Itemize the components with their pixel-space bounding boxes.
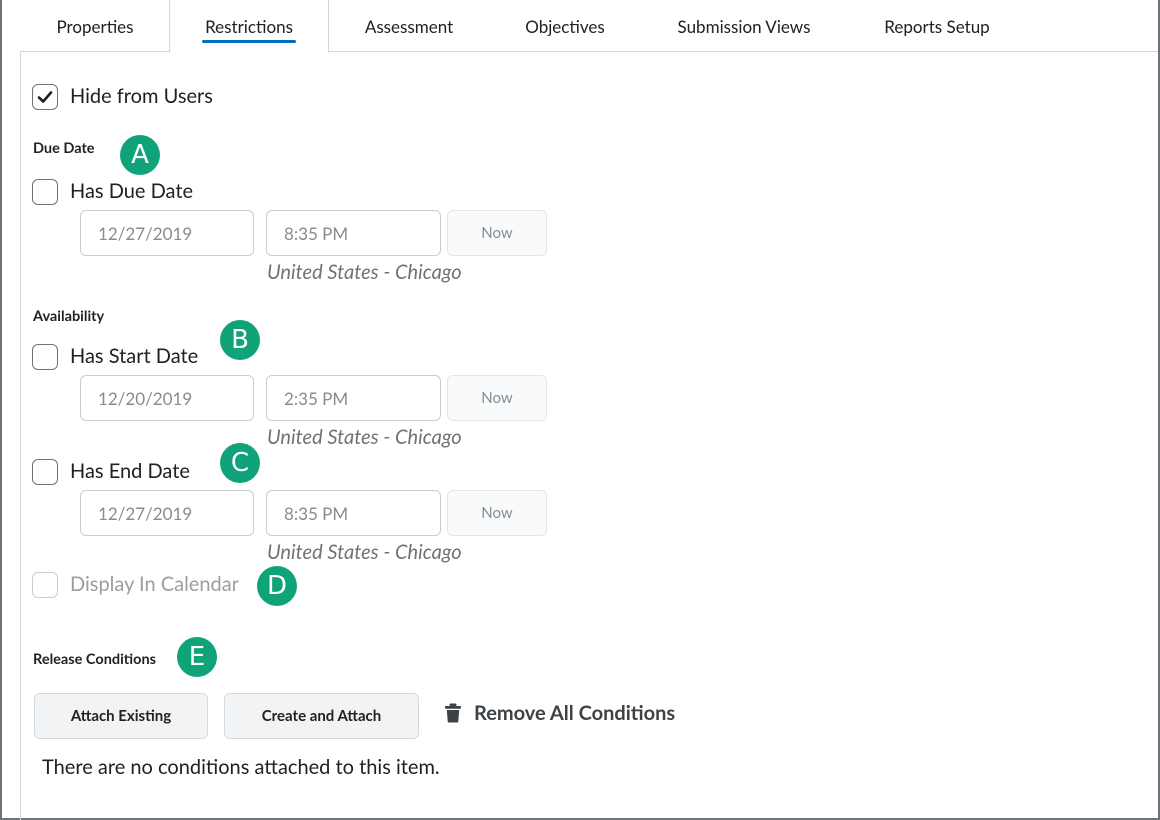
checkmark-icon [37, 91, 53, 103]
display-in-calendar-checkbox[interactable] [32, 572, 58, 598]
callout-badge-e: E [177, 637, 217, 677]
panel-left-border [20, 52, 21, 820]
due-date-heading: Due Date [33, 140, 95, 157]
end-date-input[interactable]: 12/27/2019 [80, 490, 254, 536]
callout-badge-a: A [120, 135, 160, 175]
callout-badge-d: D [257, 566, 297, 606]
due-time-input[interactable]: 8:35 PM [266, 210, 441, 256]
display-in-calendar-label: Display In Calendar [70, 572, 239, 596]
due-date-input[interactable]: 12/27/2019 [80, 210, 254, 256]
hide-from-users-label: Hide from Users [70, 84, 213, 108]
attach-existing-button[interactable]: Attach Existing [34, 693, 208, 739]
availability-heading: Availability [33, 308, 105, 325]
tab-label: Reports Setup [884, 15, 990, 37]
callout-badge-c: C [220, 443, 260, 483]
release-conditions-heading: Release Conditions [33, 651, 156, 668]
start-timezone-label: United States - Chicago [267, 425, 462, 449]
due-now-button[interactable]: Now [447, 210, 547, 256]
tab-restrictions[interactable]: Restrictions [169, 0, 329, 53]
callout-badge-b: B [220, 320, 260, 360]
tab-submission-views[interactable]: Submission Views [652, 0, 836, 52]
has-end-date-label: Has End Date [70, 459, 190, 483]
due-timezone-label: United States - Chicago [267, 260, 462, 284]
trash-icon [445, 703, 461, 723]
tab-label: Restrictions [205, 15, 293, 37]
start-time-input[interactable]: 2:35 PM [266, 375, 441, 421]
tab-objectives[interactable]: Objectives [490, 0, 640, 52]
has-due-date-label: Has Due Date [70, 179, 194, 203]
no-conditions-message: There are no conditions attached to this… [42, 755, 440, 779]
remove-all-conditions-label: Remove All Conditions [474, 701, 676, 725]
create-and-attach-button[interactable]: Create and Attach [224, 693, 419, 739]
active-tab-indicator [202, 40, 296, 43]
start-now-button[interactable]: Now [447, 375, 547, 421]
has-start-date-label: Has Start Date [70, 344, 199, 368]
start-date-input[interactable]: 12/20/2019 [80, 375, 254, 421]
tab-assessment[interactable]: Assessment [330, 0, 488, 52]
tab-label: Objectives [525, 15, 605, 37]
has-start-date-checkbox[interactable] [32, 344, 58, 370]
end-timezone-label: United States - Chicago [267, 540, 462, 564]
tab-reports-setup[interactable]: Reports Setup [856, 0, 1018, 52]
tab-label: Submission Views [677, 15, 811, 37]
has-due-date-checkbox[interactable] [32, 179, 58, 205]
end-now-button[interactable]: Now [447, 490, 547, 536]
remove-all-conditions-button[interactable]: Remove All Conditions [444, 701, 675, 725]
end-time-input[interactable]: 8:35 PM [266, 490, 441, 536]
tab-label: Assessment [364, 15, 454, 37]
has-end-date-checkbox[interactable] [32, 459, 58, 485]
tab-properties[interactable]: Properties [20, 0, 170, 52]
hide-from-users-checkbox[interactable] [32, 84, 58, 110]
tab-label: Properties [56, 15, 134, 37]
